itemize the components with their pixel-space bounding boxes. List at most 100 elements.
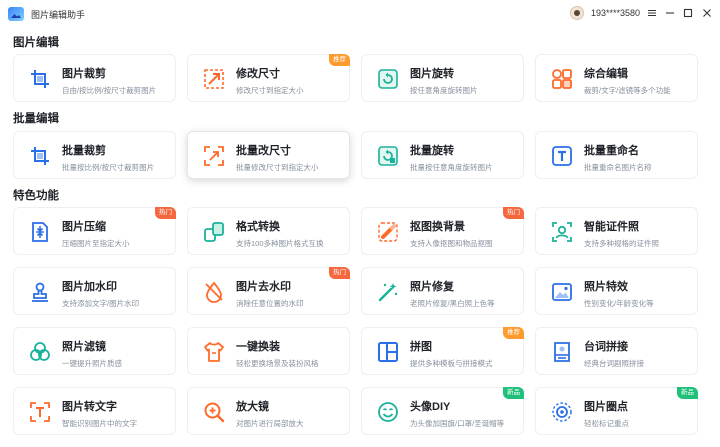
convert-icon xyxy=(202,220,226,244)
section-title-batch-edit: 批量编辑 xyxy=(13,113,59,125)
card-title: 图片旋转 xyxy=(410,68,454,80)
card-title: 批量裁剪 xyxy=(62,145,106,157)
card-subtitle: 性别变化/年龄变化等 xyxy=(584,299,654,308)
card-subtitle: 对图片进行局部放大 xyxy=(236,419,304,428)
card-crop[interactable]: 图片裁剪 自由/按比例/按尺寸裁剪图片 xyxy=(13,54,176,102)
menu-icon[interactable] xyxy=(645,6,659,20)
card-subtitle: 批量修改尺寸到指定大小 xyxy=(236,163,319,172)
rename-icon xyxy=(550,144,574,168)
card-title: 图片去水印 xyxy=(236,281,291,293)
card-title: 智能证件照 xyxy=(584,221,639,233)
card-id-photo[interactable]: 智能证件照 支持多种规格的证件照 xyxy=(535,207,698,255)
card-title: 图片加水印 xyxy=(62,281,117,293)
title-bar: 图片编辑助手 193****3580 xyxy=(0,0,720,28)
minimize-icon[interactable] xyxy=(663,6,677,20)
card-subtitle: 支持多种规格的证件照 xyxy=(584,239,659,248)
card-cutout[interactable]: 抠图换背景 支持人像抠图和物品抠图 热门 xyxy=(361,207,524,255)
card-collage[interactable]: 拼图 提供多种模板与拼接模式 推荐 xyxy=(361,327,524,375)
card-avatar-diy[interactable]: 头像DIY 为头像加国旗/口罩/圣诞帽等 新品 xyxy=(361,387,524,435)
card-title: 图片转文字 xyxy=(62,401,117,413)
app-title: 图片编辑助手 xyxy=(31,10,86,20)
batch-resize-icon xyxy=(202,144,226,168)
card-convert[interactable]: 格式转换 支持100多种图片格式互换 xyxy=(187,207,350,255)
avatar[interactable] xyxy=(570,6,584,20)
card-subtitle: 批量重命名图片名称 xyxy=(584,163,652,172)
card-magnifier[interactable]: 放大镜 对图片进行局部放大 xyxy=(187,387,350,435)
card-subtitle: 消除任意位置的水印 xyxy=(236,299,304,308)
card-subtitle: 支持人像抠图和物品抠图 xyxy=(410,239,493,248)
card-subtitle: 老照片修复/黑白照上色等 xyxy=(410,299,495,308)
card-title: 台词拼接 xyxy=(584,341,628,353)
remove-watermark-icon xyxy=(202,280,226,304)
magic-wand-icon xyxy=(376,280,400,304)
card-subtitle: 支持100多种图片格式互换 xyxy=(236,239,324,248)
card-remove-watermark[interactable]: 图片去水印 消除任意位置的水印 热门 xyxy=(187,267,350,315)
card-outfit[interactable]: 一键换装 轻松更换场景及装扮风格 xyxy=(187,327,350,375)
card-title: 批量旋转 xyxy=(410,145,454,157)
card-batch-resize[interactable]: 批量改尺寸 批量修改尺寸到指定大小 xyxy=(187,131,350,179)
card-subtitle: 修改尺寸到指定大小 xyxy=(236,86,304,95)
hot-badge: 热门 xyxy=(503,207,524,219)
user-id[interactable]: 193****3580 xyxy=(591,8,640,18)
batch-rotate-icon xyxy=(376,144,400,168)
card-title: 抠图换背景 xyxy=(410,221,465,233)
cutout-icon xyxy=(376,220,400,244)
caption-stitch-icon xyxy=(550,340,574,364)
resize-icon xyxy=(202,67,226,91)
annotate-icon xyxy=(550,400,574,424)
card-subtitle: 裁剪/文字/滤镜等多个功能 xyxy=(584,86,671,95)
recommend-badge: 推荐 xyxy=(503,327,524,339)
card-subtitle: 自由/按比例/按尺寸裁剪图片 xyxy=(62,86,157,95)
card-filter[interactable]: 照片滤镜 一键提升照片质感 xyxy=(13,327,176,375)
card-batch-rename[interactable]: 批量重命名 批量重命名图片名称 xyxy=(535,131,698,179)
card-subtitle: 一键提升照片质感 xyxy=(62,359,122,368)
card-title: 批量改尺寸 xyxy=(236,145,291,157)
card-subtitle: 压缩图片至指定大小 xyxy=(62,239,130,248)
batch-crop-icon xyxy=(28,144,52,168)
card-compress[interactable]: 图片压缩 压缩图片至指定大小 热门 xyxy=(13,207,176,255)
app-logo-icon xyxy=(8,7,24,21)
card-subtitle: 经典台词剧照拼接 xyxy=(584,359,644,368)
new-badge: 新品 xyxy=(503,387,524,399)
card-title: 照片滤镜 xyxy=(62,341,106,353)
hot-badge: 热门 xyxy=(329,267,350,279)
card-title: 拼图 xyxy=(410,341,432,353)
card-batch-rotate[interactable]: 批量旋转 批量按任意角度旋转图片 xyxy=(361,131,524,179)
rotate-icon xyxy=(376,67,400,91)
card-annotate[interactable]: 图片圈点 轻松标记重点 新品 xyxy=(535,387,698,435)
collage-icon xyxy=(376,340,400,364)
card-title: 修改尺寸 xyxy=(236,68,280,80)
card-resize[interactable]: 修改尺寸 修改尺寸到指定大小 推荐 xyxy=(187,54,350,102)
card-subtitle: 批量按任意角度旋转图片 xyxy=(410,163,493,172)
card-title: 图片圈点 xyxy=(584,401,628,413)
card-rotate[interactable]: 图片旋转 按任意角度旋转图片 xyxy=(361,54,524,102)
card-title: 综合编辑 xyxy=(584,68,628,80)
section-title-features: 特色功能 xyxy=(13,190,59,202)
card-caption-stitch[interactable]: 台词拼接 经典台词剧照拼接 xyxy=(535,327,698,375)
card-title: 格式转换 xyxy=(236,221,280,233)
card-photo-repair[interactable]: 照片修复 老照片修复/黑白照上色等 xyxy=(361,267,524,315)
magnifier-icon xyxy=(202,400,226,424)
close-icon[interactable] xyxy=(700,6,714,20)
id-photo-icon xyxy=(550,220,574,244)
card-subtitle: 支持添加文字/图片水印 xyxy=(62,299,140,308)
ocr-icon xyxy=(28,400,52,424)
maximize-icon[interactable] xyxy=(681,6,695,20)
new-badge: 新品 xyxy=(677,387,698,399)
card-combo-edit[interactable]: 综合编辑 裁剪/文字/滤镜等多个功能 xyxy=(535,54,698,102)
card-photo-effect[interactable]: 照片特效 性别变化/年龄变化等 xyxy=(535,267,698,315)
card-title: 头像DIY xyxy=(410,401,451,413)
card-subtitle: 轻松更换场景及装扮风格 xyxy=(236,359,319,368)
card-ocr[interactable]: 图片转文字 智能识别图片中的文字 xyxy=(13,387,176,435)
card-title: 照片修复 xyxy=(410,281,454,293)
section-title-image-edit: 图片编辑 xyxy=(13,37,59,49)
filter-icon xyxy=(28,340,52,364)
smiley-icon xyxy=(376,400,400,424)
stamp-icon xyxy=(28,280,52,304)
card-batch-crop[interactable]: 批量裁剪 批量按比例/按尺寸裁剪图片 xyxy=(13,131,176,179)
card-subtitle: 轻松标记重点 xyxy=(584,419,629,428)
card-add-watermark[interactable]: 图片加水印 支持添加文字/图片水印 xyxy=(13,267,176,315)
image-effect-icon xyxy=(550,280,574,304)
card-title: 照片特效 xyxy=(584,281,628,293)
card-title: 放大镜 xyxy=(236,401,269,413)
